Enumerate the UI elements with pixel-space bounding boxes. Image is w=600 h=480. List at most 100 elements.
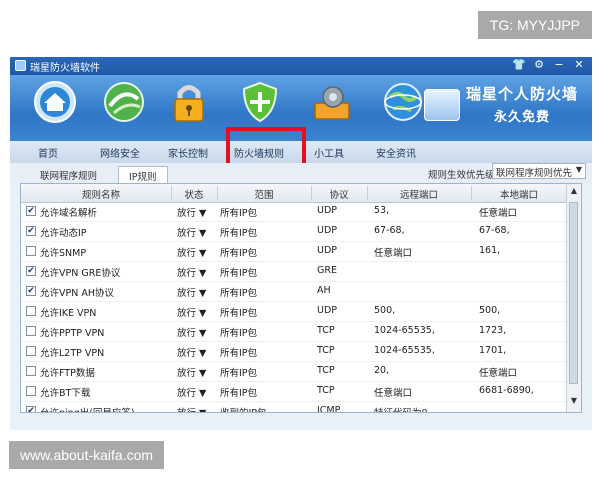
priority-label: 规则生效优先级: [428, 170, 495, 181]
rule-checkbox[interactable]: [26, 366, 36, 376]
table-row[interactable]: ✔ 允许VPN AH协议 放行 ▼ 所有IP包 AH: [21, 282, 567, 302]
rule-local-port: 500,: [479, 305, 501, 316]
rule-status-dropdown[interactable]: 放行 ▼: [177, 365, 206, 379]
skin-icon[interactable]: 👕: [512, 58, 526, 71]
rule-name: 允许VPN AH协议: [40, 288, 114, 299]
rule-local-port: 任意端口: [479, 368, 518, 379]
scroll-thumb[interactable]: [569, 202, 578, 384]
watermark-bottom: www.about-kaifa.com: [9, 441, 165, 469]
rule-name: 允许IKE VPN: [40, 308, 97, 319]
toolbar-parental-button[interactable]: [157, 77, 221, 127]
chevron-down-icon: ▼: [575, 165, 582, 174]
nav-label-parental[interactable]: 家长控制: [168, 145, 208, 160]
rule-checkbox[interactable]: [26, 386, 36, 396]
rule-protocol: GRE: [317, 265, 337, 276]
rule-status-dropdown[interactable]: 放行 ▼: [177, 265, 206, 279]
rule-status-dropdown[interactable]: 放行 ▼: [177, 245, 206, 259]
window-title: 瑞星防火墙软件: [30, 63, 100, 74]
table-row[interactable]: 允许BT下载 放行 ▼ 所有IP包 TCP 任意端口 6681-6890,: [21, 382, 567, 402]
rule-range: 所有IP包: [220, 268, 258, 279]
column-header-status[interactable]: 状态: [171, 187, 217, 201]
table-row[interactable]: ✔ 允许ping出(回显应答) 放行 ▼ 收到的IP包 ICMP 特征代码为0: [21, 402, 567, 412]
column-header-remote-port[interactable]: 远程端口: [367, 187, 471, 201]
rule-range: 所有IP包: [220, 328, 258, 339]
nav-label-home[interactable]: 首页: [38, 145, 58, 160]
rule-name: 允许FTP数据: [40, 368, 95, 379]
rule-protocol: UDP: [317, 205, 337, 216]
brand-logo-icon: [423, 89, 460, 121]
table-body: ✔ 允许域名解析 放行 ▼ 所有IP包 UDP 53, 任意端口 ✔ 允许动态I…: [21, 202, 567, 412]
priority-select[interactable]: 联网程序规则优先 ▼: [492, 163, 586, 179]
rule-checkbox[interactable]: ✔: [26, 226, 36, 236]
rule-checkbox[interactable]: [26, 326, 36, 336]
rule-checkbox[interactable]: [26, 306, 36, 316]
rule-status-dropdown[interactable]: 放行 ▼: [177, 385, 206, 399]
window-footer: [10, 415, 592, 430]
rule-local-port: 67-68,: [479, 225, 510, 236]
rule-name: 允许域名解析: [40, 208, 98, 219]
rule-status-dropdown[interactable]: 放行 ▼: [177, 225, 206, 239]
rule-name: 允许SNMP: [40, 248, 87, 259]
rule-local-port: 1723,: [479, 325, 507, 336]
rule-protocol: TCP: [317, 345, 335, 356]
table-row[interactable]: 允许IKE VPN 放行 ▼ 所有IP包 UDP 500, 500,: [21, 302, 567, 322]
rule-checkbox[interactable]: ✔: [26, 266, 36, 276]
rule-name: 允许BT下载: [40, 388, 91, 399]
toolbar-network-button[interactable]: [92, 77, 156, 127]
rule-checkbox[interactable]: [26, 346, 36, 356]
table-row[interactable]: 允许L2TP VPN 放行 ▼ 所有IP包 TCP 1024-65535, 17…: [21, 342, 567, 362]
minimize-icon[interactable]: −: [552, 58, 566, 71]
rule-range: 所有IP包: [220, 348, 258, 359]
scroll-up-icon[interactable]: ▲: [567, 186, 581, 200]
rule-range: 所有IP包: [220, 288, 258, 299]
nav-label-tools[interactable]: 小工具: [314, 145, 344, 160]
watermark-top: TG: MYYJJPP: [477, 11, 592, 39]
rule-local-port: 任意端口: [479, 208, 518, 219]
rule-remote-port: 任意端口: [374, 388, 413, 399]
rule-remote-port: 特征代码为0: [374, 405, 428, 412]
nav-label-news[interactable]: 安全资讯: [376, 145, 416, 160]
rule-status-dropdown[interactable]: 放行 ▼: [177, 305, 206, 319]
rule-range: 所有IP包: [220, 228, 258, 239]
rule-status-dropdown[interactable]: 放行 ▼: [177, 325, 206, 339]
table-row[interactable]: 允许SNMP 放行 ▼ 所有IP包 UDP 任意端口 161,: [21, 242, 567, 262]
rule-range: 所有IP包: [220, 208, 258, 219]
settings-icon[interactable]: ⚙: [532, 58, 546, 71]
rule-checkbox[interactable]: ✔: [26, 206, 36, 216]
table-row[interactable]: 允许PPTP VPN 放行 ▼ 所有IP包 TCP 1024-65535, 17…: [21, 322, 567, 342]
scroll-down-icon[interactable]: ▼: [567, 396, 581, 410]
rule-name: 允许PPTP VPN: [40, 328, 105, 339]
rule-checkbox[interactable]: ✔: [26, 406, 36, 412]
rule-remote-port: 67-68,: [374, 225, 405, 236]
table-scrollbar[interactable]: ▲ ▼: [566, 184, 581, 412]
rule-status-dropdown[interactable]: 放行 ▼: [177, 285, 206, 299]
rule-status-dropdown[interactable]: 放行 ▼: [177, 405, 206, 412]
toolbar-firewall-rules-button[interactable]: [228, 77, 292, 127]
tab-program-rules[interactable]: 联网程序规则: [30, 166, 107, 183]
table-row[interactable]: ✔ 允许动态IP 放行 ▼ 所有IP包 UDP 67-68, 67-68,: [21, 222, 567, 242]
close-icon[interactable]: ✕: [572, 58, 586, 71]
table-row[interactable]: ✔ 允许VPN GRE协议 放行 ▼ 所有IP包 GRE: [21, 262, 567, 282]
rule-status-dropdown[interactable]: 放行 ▼: [177, 345, 206, 359]
rule-checkbox[interactable]: ✔: [26, 286, 36, 296]
column-header-protocol[interactable]: 协议: [311, 187, 367, 201]
rule-checkbox[interactable]: [26, 246, 36, 256]
rule-range: 收到的IP包: [220, 405, 267, 412]
rule-protocol: TCP: [317, 325, 335, 336]
column-header-local-port[interactable]: 本地端口: [471, 187, 567, 201]
rule-status-dropdown[interactable]: 放行 ▼: [177, 205, 206, 219]
rule-remote-port: 20,: [374, 365, 390, 376]
parental-lock-icon: [174, 85, 204, 122]
tab-ip-rules[interactable]: IP规则: [118, 166, 168, 183]
table-row[interactable]: 允许FTP数据 放行 ▼ 所有IP包 TCP 20, 任意端口: [21, 362, 567, 382]
rule-remote-port: 500,: [374, 305, 396, 316]
toolbar-home-button[interactable]: [23, 77, 87, 127]
column-header-name[interactable]: 规则名称: [61, 187, 141, 201]
rule-remote-port: 53,: [374, 205, 390, 216]
column-header-range[interactable]: 范围: [217, 187, 311, 201]
table-row[interactable]: ✔ 允许域名解析 放行 ▼ 所有IP包 UDP 53, 任意端口: [21, 202, 567, 222]
brand-slogan: 永久免费: [493, 110, 550, 125]
toolbar-tools-button[interactable]: [300, 77, 364, 127]
nav-label-network[interactable]: 网络安全: [100, 145, 140, 160]
table-header: 规则名称 状态 范围 协议 远程端口 本地端口: [21, 184, 567, 203]
